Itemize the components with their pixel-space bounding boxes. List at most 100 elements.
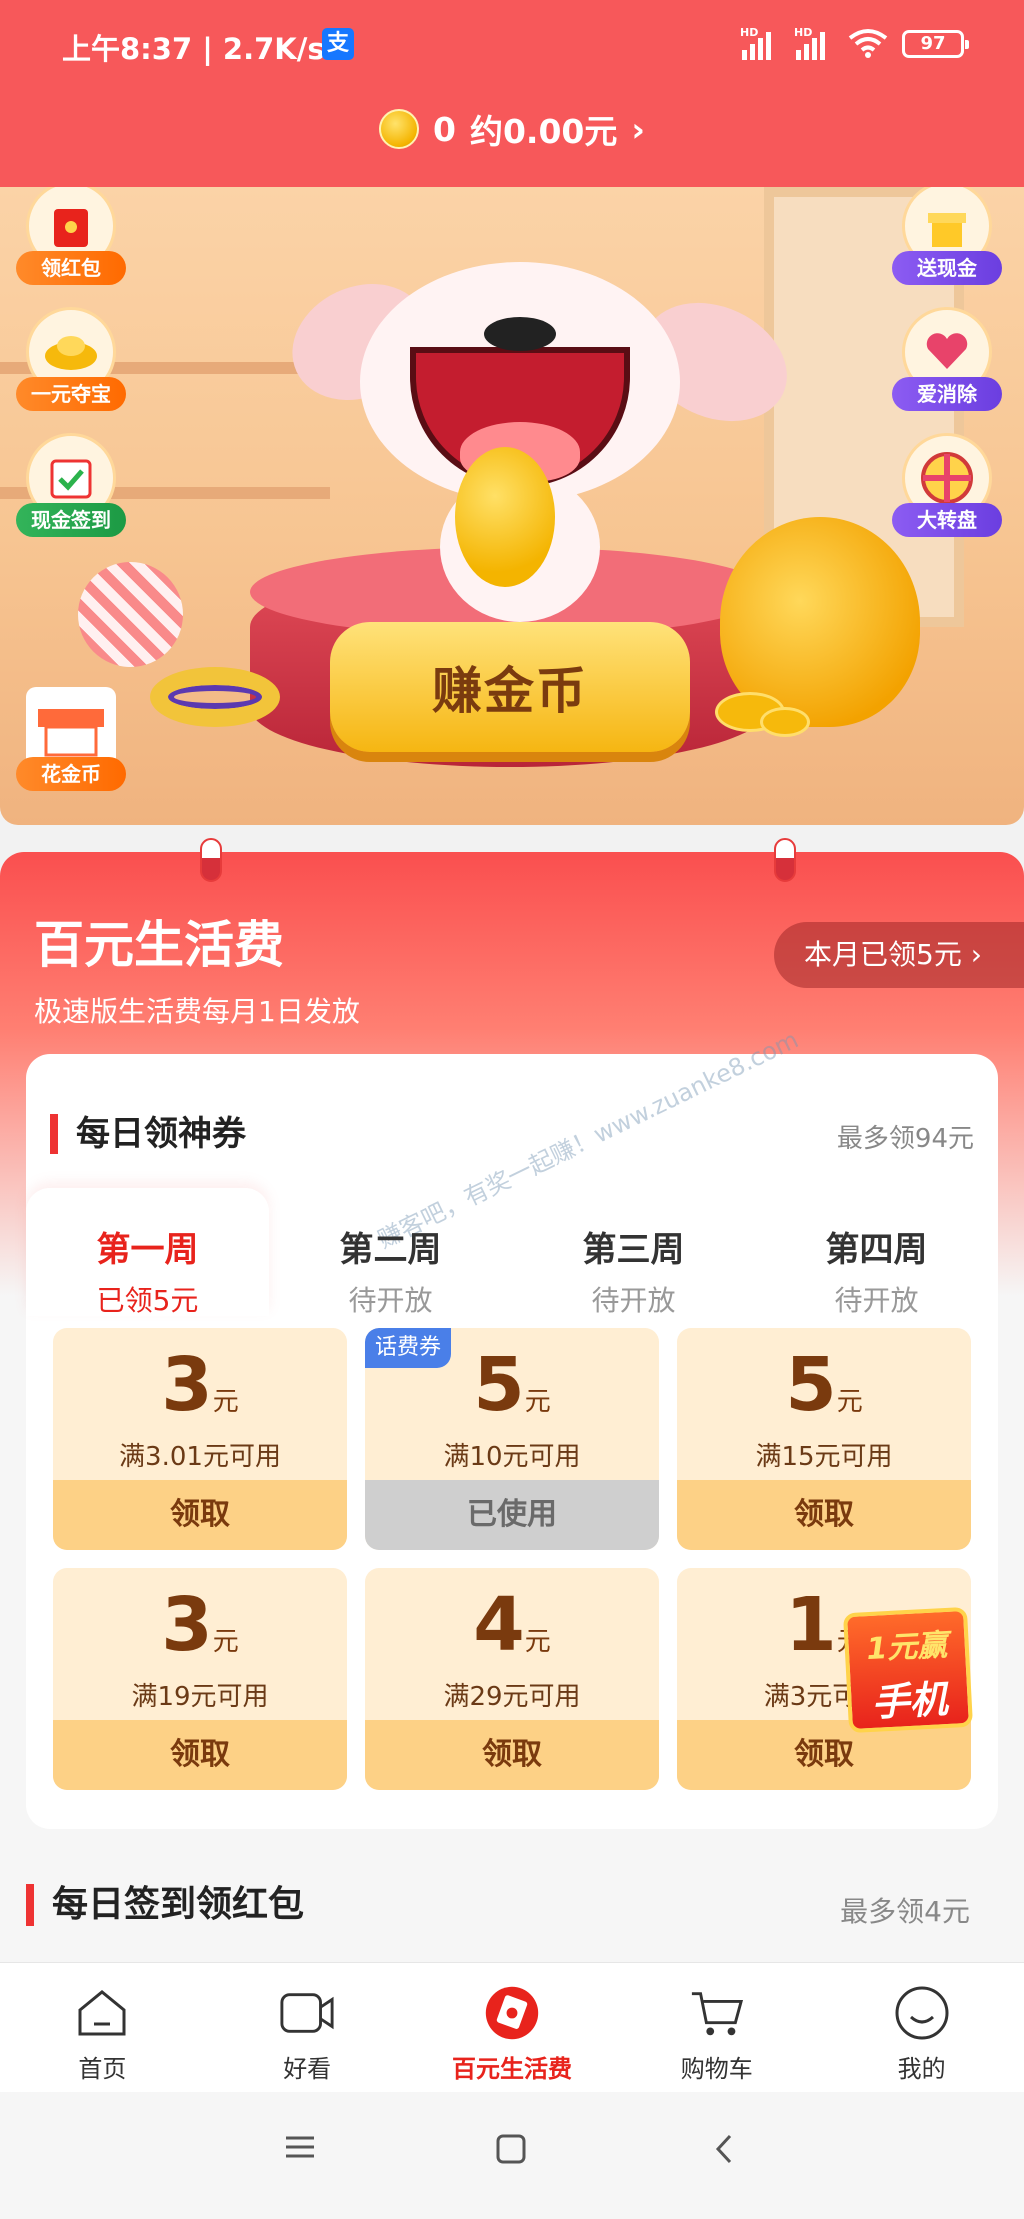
coupon-condition: 满29元可用: [443, 1682, 581, 1712]
coin-money: 约0.00元: [469, 112, 618, 151]
side-button-label: 领红包: [16, 251, 126, 285]
daily-checkin-title: 每日签到领红包: [26, 1884, 304, 1926]
cart-icon: [689, 1987, 745, 2039]
back-icon[interactable]: [712, 2132, 736, 2170]
coin-count: 0: [433, 109, 456, 149]
tab-living-allowance[interactable]: 百元生活费: [410, 1963, 615, 2092]
used-button: 已使用: [365, 1480, 659, 1550]
coupon-condition: 满3.01元可用: [119, 1442, 281, 1472]
coin-balance[interactable]: 0 约0.00元 ›: [0, 105, 1024, 153]
pin-decoration: [200, 838, 222, 882]
side-button-treasure[interactable]: 一元夺宝: [16, 307, 126, 417]
panel-max-amount: 最多领94元: [836, 1124, 974, 1154]
week-name: 第一周: [96, 1230, 199, 1270]
status-time: 上午8:37 | 2.7K/s: [62, 32, 325, 66]
tab-label: 购物车: [680, 2055, 753, 2083]
hero-scene: 赚金币 领红包 一元夺宝 现金签到 花金币 送现金 爱消除 大转盘: [0, 187, 1024, 825]
striped-ball-decoration: [78, 562, 183, 667]
coupon-amount: 3元: [161, 1342, 239, 1428]
claim-button[interactable]: 领取: [677, 1720, 971, 1790]
tab-cart[interactable]: 购物车: [614, 1963, 819, 2092]
menu-icon[interactable]: [282, 2132, 318, 2166]
header: 上午8:37 | 2.7K/s 支 HD HD 97 0 约0.00元 ›: [0, 0, 1024, 187]
coupon-card: 3元 满3.01元可用 领取: [53, 1328, 347, 1550]
swim-ring-decoration: [150, 667, 280, 727]
section-subtitle: 极速版生活费每月1日发放: [34, 995, 360, 1028]
coupon-card: 4元 满29元可用 领取: [365, 1568, 659, 1790]
pin-decoration-2: [774, 838, 796, 882]
home-icon: [74, 1987, 130, 2039]
tab-label: 我的: [897, 2055, 946, 2083]
week-tabs: 第一周 已领5元 第二周 待开放 第三周 待开放 第四周 待开放: [26, 1188, 998, 1317]
side-button-match[interactable]: 爱消除: [892, 307, 1002, 417]
promo-line-2: 手机: [870, 1676, 949, 1725]
coupon-amount: 5元: [473, 1342, 551, 1428]
tab-week-4[interactable]: 第四周 待开放: [755, 1188, 998, 1317]
side-button-shop[interactable]: 花金币: [16, 687, 126, 797]
week-status: 待开放: [834, 1284, 919, 1317]
signal-icon: [742, 30, 771, 60]
tab-profile[interactable]: 我的: [819, 1963, 1024, 2092]
side-button-label: 一元夺宝: [16, 377, 126, 411]
home-nav-icon[interactable]: [494, 2132, 528, 2170]
week-name: 第三周: [582, 1230, 685, 1270]
section-title: 百元生活费: [34, 916, 284, 974]
wifi-icon: [848, 28, 888, 64]
status-bar: 上午8:37 | 2.7K/s 支 HD HD 97: [0, 0, 1024, 90]
profile-icon: [894, 1986, 950, 2040]
coupon-amount: 3元: [161, 1582, 239, 1668]
mascot-nose: [484, 317, 556, 351]
system-nav-bar: [0, 2092, 1024, 2219]
tab-label: 百元生活费: [451, 2055, 572, 2083]
side-button-checkin[interactable]: 现金签到: [16, 433, 126, 543]
panel-title: 每日领神券: [50, 1114, 246, 1154]
claim-button[interactable]: 领取: [365, 1720, 659, 1790]
side-button-wheel[interactable]: 大转盘: [892, 433, 1002, 543]
tab-watch[interactable]: 好看: [205, 1963, 410, 2092]
side-button-label: 爱消除: [892, 377, 1002, 411]
coupon-card: 话费券 5元 满10元可用 已使用: [365, 1328, 659, 1550]
tab-week-1[interactable]: 第一周 已领5元: [26, 1188, 269, 1317]
week-status: 待开放: [348, 1284, 433, 1317]
week-status: 待开放: [591, 1284, 676, 1317]
coin-decoration-2: [760, 707, 810, 737]
red-envelope-tab-icon: [484, 1986, 540, 2040]
video-icon: [279, 1987, 335, 2039]
earn-coins-button[interactable]: 赚金币: [330, 622, 690, 752]
coupon-condition: 满15元可用: [755, 1442, 893, 1472]
claim-button[interactable]: 领取: [677, 1480, 971, 1550]
coupon-condition: 满10元可用: [443, 1442, 581, 1472]
side-button-label: 送现金: [892, 251, 1002, 285]
coupon-card: 5元 满15元可用 领取: [677, 1328, 971, 1550]
gold-coin-held: [455, 447, 555, 587]
daily-max-amount: 最多领4元: [840, 1895, 970, 1928]
battery-indicator: 97: [902, 30, 969, 58]
chevron-right-icon: ›: [631, 109, 645, 149]
coupon-condition: 满19元可用: [131, 1682, 269, 1712]
bottom-tab-bar: 首页 好看 百元生活费 购物车 我的: [0, 1962, 1024, 2092]
week-status: 已领5元: [96, 1284, 199, 1317]
side-button-label: 大转盘: [892, 503, 1002, 537]
week-name: 第四周: [825, 1230, 928, 1270]
alipay-icon: 支: [322, 28, 354, 60]
tab-label: 好看: [283, 2055, 332, 2083]
tab-label: 首页: [78, 2055, 127, 2083]
side-button-red-envelope[interactable]: 领红包: [16, 187, 126, 291]
side-button-label: 现金签到: [16, 503, 126, 537]
tab-week-2[interactable]: 第二周 待开放: [269, 1188, 512, 1317]
signal-icon-2: [796, 30, 825, 60]
coin-icon: [379, 109, 419, 149]
week-name: 第二周: [339, 1230, 442, 1270]
claim-button[interactable]: 领取: [53, 1720, 347, 1790]
coupon-amount: 4元: [473, 1582, 551, 1668]
month-claimed-button[interactable]: 本月已领5元 ›: [774, 922, 1024, 988]
side-button-send-cash[interactable]: 送现金: [892, 187, 1002, 291]
win-phone-promo[interactable]: 1元赢 手机: [842, 1606, 974, 1734]
tab-week-3[interactable]: 第三周 待开放: [512, 1188, 755, 1317]
coupon-amount: 5元: [785, 1342, 863, 1428]
side-button-label: 花金币: [16, 757, 126, 791]
claim-button[interactable]: 领取: [53, 1480, 347, 1550]
promo-line-1: 1元赢: [865, 1627, 949, 1668]
tab-home[interactable]: 首页: [0, 1963, 205, 2092]
coupon-card: 3元 满19元可用 领取: [53, 1568, 347, 1790]
